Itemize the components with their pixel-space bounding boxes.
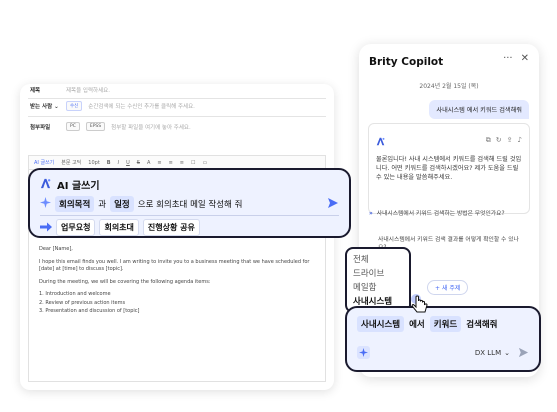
input-chip-keyword[interactable]: 키워드 [429, 316, 462, 332]
subject-row: 제목 제목을 입력하세요. [30, 86, 326, 94]
ai-write-popup: AI 글쓰기 회의목적 과 일정 으로 회의초대 메일 작성해 줘 업무요청 회… [28, 168, 351, 238]
body-greeting: Dear [Name], [39, 246, 73, 252]
prompt-chip-schedule[interactable]: 일정 [110, 195, 134, 212]
list-item: 3. Presentation and discussion of [topic… [39, 308, 140, 314]
chevron-down-icon: ⌄ [504, 348, 510, 357]
answer-text: 물론입니다! 사내 시스템에서 키워드를 검색해 드릴 것입니다. 어떤 키워드… [376, 156, 522, 181]
share-icon[interactable]: ⇪ [507, 136, 513, 145]
agenda-list: 1. Introduction and welcome 2. Review of… [39, 291, 315, 316]
toolbar-table[interactable]: ☐ [191, 160, 195, 166]
stage: 제목 제목을 입력하세요. 받는 사람 ⌄ 수신 순간검색에 되는 수신인 추가… [0, 0, 557, 412]
attach-pc-button[interactable]: PC [66, 122, 80, 131]
send-icon[interactable] [327, 197, 339, 212]
send-icon[interactable] [518, 343, 529, 362]
copilot-title: Brity Copilot [369, 56, 444, 68]
ai-prompt-input[interactable]: 회의목적 과 일정 으로 회의초대 메일 작성해 줘 [40, 195, 339, 212]
plus-icon: + [435, 285, 441, 292]
scope-option-mail[interactable]: 메일함 [353, 281, 403, 295]
subject-label: 제목 [30, 88, 41, 94]
more-icon[interactable]: ··· [503, 53, 513, 64]
prompt-text: 으로 회의초대 메일 작성해 줘 [137, 199, 243, 210]
attachment-row: 첨부파일 PC EPSS 첨부할 파일을 여기에 놓아 주세요. [30, 122, 326, 131]
suggestion-chip[interactable]: 진행상황 공유 [142, 219, 200, 236]
ai-logo-icon [40, 178, 51, 192]
chat-date: 2024년 2월 15일 (목) [419, 83, 479, 90]
attach-drop-hint: 첨부할 파일을 여기에 놓아 주세요. [111, 124, 191, 131]
ai-suggestions: 업무요청 회의초대 진행상황 공유 [40, 219, 200, 236]
body-paragraph: I hope this email finds you well. I am w… [39, 258, 310, 273]
refresh-icon[interactable]: ↻ [496, 136, 502, 145]
copy-icon[interactable]: ⧉ [486, 136, 491, 145]
suggestion-chip[interactable]: 업무요청 [56, 219, 96, 236]
list-item: 2. Review of previous action items [39, 299, 126, 306]
add-attachment-button[interactable] [357, 346, 370, 359]
follow-up-question[interactable]: » 사내시스템에서 키워드 검색하는 방법은 무엇인가요? [369, 210, 525, 218]
toolbar-underline[interactable]: U [126, 160, 130, 166]
user-message: 사내시스템 에서 키워드 검색해줘 [429, 100, 529, 119]
input-chip-internal[interactable]: 사내시스템 [357, 316, 405, 332]
divider [28, 116, 326, 117]
scope-option-drive[interactable]: 드라이브 [353, 267, 403, 281]
toolbar-bold[interactable]: B [107, 160, 111, 166]
arrow-right-icon [40, 222, 52, 234]
toolbar-color[interactable]: A [147, 160, 150, 166]
suggestion-chip[interactable]: 회의초대 [99, 219, 139, 236]
toolbar-ai-write[interactable]: AI 글쓰기 [34, 159, 54, 166]
list-item: 1. Introduction and welcome [39, 291, 111, 297]
subject-input[interactable]: 제목을 입력하세요. [66, 86, 110, 94]
new-topic-button[interactable]: + 새 주제 [427, 280, 469, 295]
prompt-chip-purpose[interactable]: 회의목적 [55, 195, 95, 212]
sparkle-icon [40, 196, 51, 211]
panel-controls: ··· ✕ [503, 53, 529, 64]
toolbar-size[interactable]: 10pt [88, 160, 100, 166]
toolbar-align-right[interactable]: ≡ [180, 160, 184, 166]
toolbar-strike[interactable]: S [137, 160, 140, 166]
recipient-input[interactable]: 순간검색에 되는 수신인 추가를 클릭해 주세요. [88, 102, 195, 110]
toolbar-align-left[interactable]: ≡ [157, 160, 161, 166]
answer-actions: ⧉ ↻ ⇪ ♪ [486, 136, 522, 145]
toolbar-italic[interactable]: I [118, 160, 119, 166]
hand-cursor-icon [410, 293, 432, 319]
recipient-row: 받는 사람 ⌄ 수신 순간검색에 되는 수신인 추가를 클릭해 주세요. [30, 101, 326, 111]
scope-option-all[interactable]: 전체 [353, 253, 403, 267]
prompt-text: 과 [98, 199, 107, 210]
attachment-label: 첨부파일 [30, 124, 51, 131]
assistant-answer: ⧉ ↻ ⇪ ♪ 물론입니다! 사내 시스템에서 키워드를 검색해 드릴 것입니다… [368, 123, 530, 214]
close-icon[interactable]: ✕ [521, 53, 529, 64]
divider [28, 98, 326, 99]
toolbar-image[interactable]: ▭ [202, 160, 207, 166]
ai-write-title: AI 글쓰기 [40, 177, 100, 192]
toolbar-align-center[interactable]: ≡ [169, 160, 173, 166]
speaker-icon[interactable]: ♪ [518, 136, 522, 145]
copilot-input[interactable]: 사내시스템 에서 키워드 검색해줘 DX LLM ⌄ [345, 306, 541, 372]
model-select[interactable]: DX LLM ⌄ [475, 349, 510, 357]
copilot-logo-icon [376, 131, 385, 150]
double-arrow-icon: » [369, 211, 373, 217]
editor-toolbar: AI 글쓰기 본문 고딕 10pt B I U S A ≡ ≡ ≡ ☐ ▭ [28, 155, 326, 169]
divider [40, 215, 339, 216]
recipient-chip[interactable]: 수신 [66, 101, 83, 111]
attach-epss-button[interactable]: EPSS [85, 122, 106, 131]
body-paragraph: During the meeting, we will be covering … [39, 278, 211, 285]
search-scope-dropdown: 전체 드라이브 메일함 사내시스템 [345, 247, 411, 313]
toolbar-font[interactable]: 본문 고딕 [61, 159, 81, 166]
recipient-label: 받는 사람 ⌄ [30, 104, 59, 110]
